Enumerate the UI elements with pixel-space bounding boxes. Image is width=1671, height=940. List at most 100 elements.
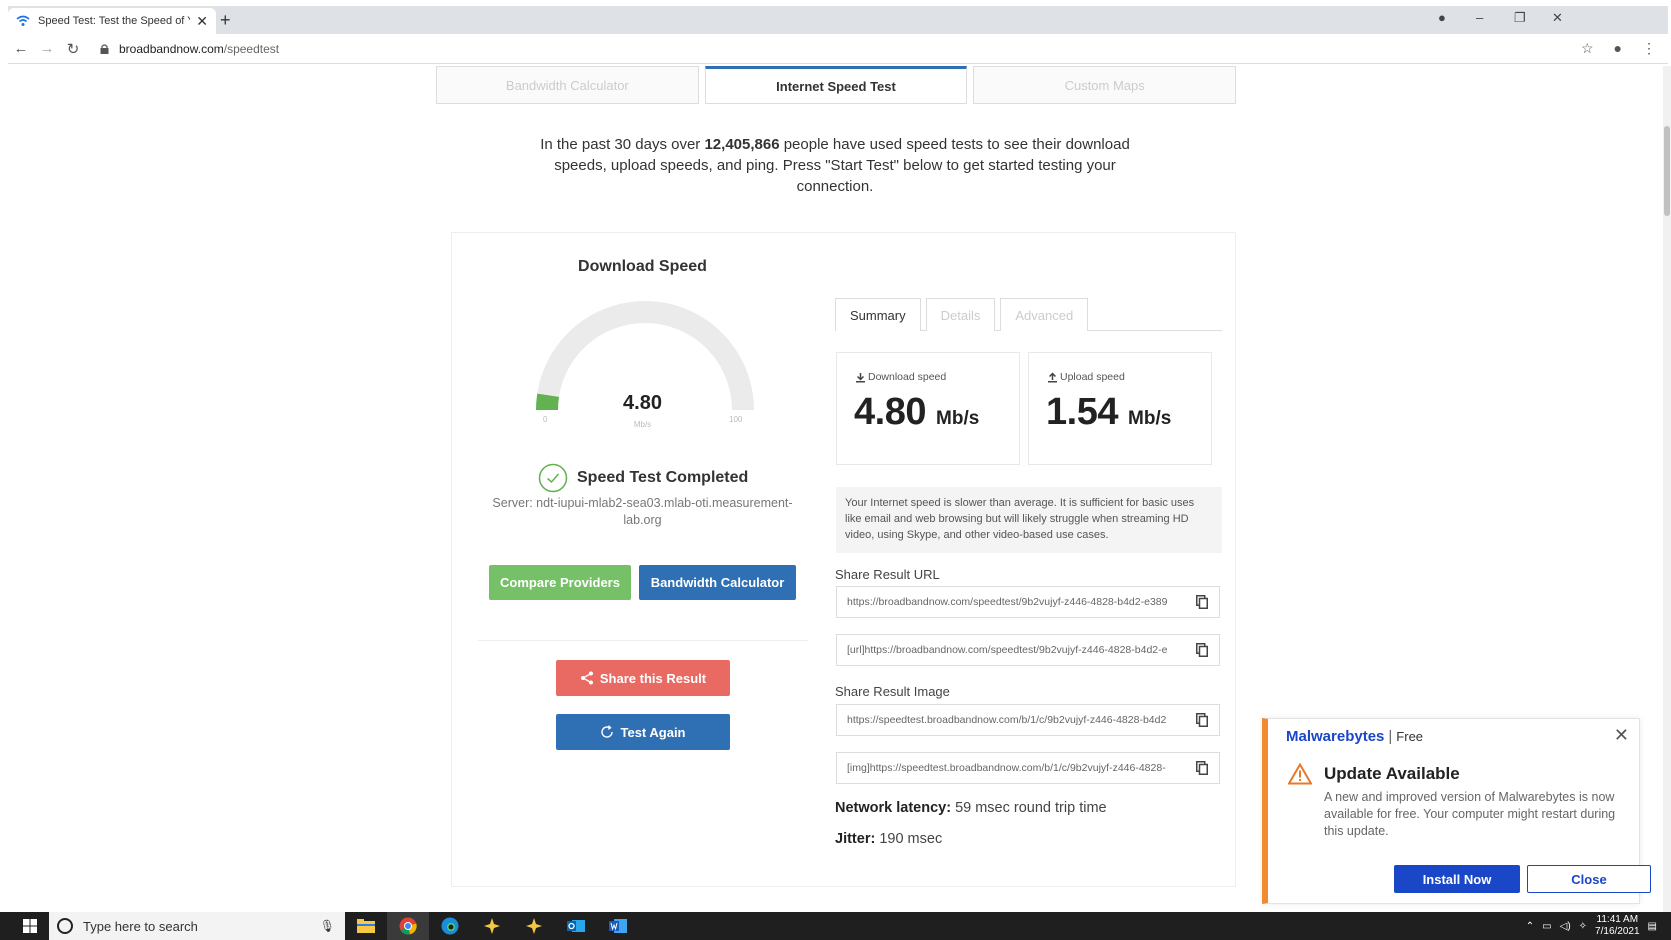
download-speed-label-text: Download speed [868,371,947,383]
share-url-bbcode-input[interactable] [837,635,1185,665]
gauge-title: Download Speed [578,258,707,275]
microphone-icon[interactable]: 🎙 [320,919,335,933]
popup-close-icon[interactable]: ✕ [1614,725,1629,746]
status-completed-label: Speed Test Completed [577,469,749,486]
compare-providers-button[interactable]: Compare Providers [489,565,631,600]
back-icon[interactable]: ← [8,40,34,57]
intro-text: In the past 30 days over 12,405,866 peop… [530,134,1140,197]
upload-speed-value: 1.54 Mb/s [1046,391,1171,434]
window-close-icon[interactable]: ✕ [1552,10,1563,26]
copy-icon[interactable] [1185,705,1219,735]
minimize-icon[interactable]: – [1476,10,1483,25]
share-image-input[interactable] [837,705,1185,735]
server-info: Server: ndt-iupui-mlab2-sea03.mlab-oti.m… [492,496,793,527]
taskbar-search[interactable]: Type here to search 🎙 [49,912,345,940]
check-circle-icon [538,463,568,493]
scrollbar-thumb[interactable] [1664,126,1670,216]
app-icon[interactable] [471,912,513,940]
app-icon[interactable] [513,912,555,940]
restore-icon[interactable]: ❐ [1514,10,1526,26]
reload-icon[interactable]: ↻ [60,40,86,58]
outlook-icon[interactable] [555,912,597,940]
popup-title: Update Available [1324,764,1460,783]
tab-bandwidth-calculator[interactable]: Bandwidth Calculator [436,66,699,104]
share-url-bbcode-field [836,634,1220,666]
new-tab-icon[interactable]: + [220,10,231,31]
gauge-unit: Mb/s [633,420,652,429]
copy-icon[interactable] [1185,635,1219,665]
chrome-icon[interactable] [387,912,429,940]
latency-label: Network latency: [835,800,952,816]
forward-icon[interactable]: → [34,40,60,57]
intro-count: 12,405,866 [704,136,780,153]
tab-custom-maps[interactable]: Custom Maps [973,66,1237,104]
malwarebytes-logo: Malwarebytes [1286,728,1385,745]
test-again-button[interactable]: Test Again [556,714,730,750]
wifi-icon [16,15,30,26]
address-bar[interactable]: broadbandnow.com/speedtest [100,42,279,56]
share-image-label: Share Result Image [835,684,950,699]
upload-speed-card: Upload speed 1.54 Mb/s [1028,352,1212,465]
clock-date: 7/16/2021 [1595,926,1640,937]
share-url-input[interactable] [837,587,1185,617]
bookmark-star-icon[interactable]: ☆ [1581,40,1594,57]
gauge-max: 100 [729,415,743,424]
share-url-field [836,586,1220,618]
windows-start-icon[interactable] [17,912,43,940]
download-speed-unit: Mb/s [936,408,980,429]
popup-close-button[interactable]: Close [1527,865,1651,893]
tab-advanced[interactable]: Advanced [1000,298,1089,331]
clock[interactable]: 11:41 AM 7/16/2021 [1595,914,1640,938]
page-scrollbar[interactable] [1663,66,1671,912]
status-completed: Speed Test Completed [538,463,748,493]
edge-icon[interactable] [429,912,471,940]
system-tray: ⌃ ▭ ◁) ✧ 11:41 AM 7/16/2021 ▤ [1526,912,1657,940]
cortana-icon [57,918,73,934]
word-icon[interactable] [597,912,639,940]
tab-summary[interactable]: Summary [835,298,921,331]
upload-speed-number: 1.54 [1046,391,1118,433]
share-result-label: Share this Result [599,670,707,686]
speed-assessment: Your Internet speed is slower than avera… [836,487,1222,553]
divider [478,640,808,641]
notifications-icon[interactable]: ▤ [1648,921,1657,932]
upload-speed-label: Upload speed [1047,371,1125,383]
install-now-button[interactable]: Install Now [1394,865,1520,893]
clock-time: 11:41 AM [1596,914,1639,925]
malwarebytes-edition: Free [1396,729,1424,744]
jitter-value: 190 msec [875,831,943,847]
volume-icon[interactable]: ◁) [1560,921,1571,932]
bandwidth-calculator-button[interactable]: Bandwidth Calculator [639,565,796,600]
close-tab-icon[interactable]: ✕ [196,13,208,30]
show-hidden-icons-icon[interactable]: ⌃ [1526,921,1534,932]
latency-value: 59 msec round trip time [951,800,1107,816]
tab-internet-speed-test[interactable]: Internet Speed Test [704,66,968,104]
share-url-label: Share Result URL [835,567,940,582]
copy-icon[interactable] [1185,753,1219,783]
download-speed-number: 4.80 [854,391,926,433]
dropbox-icon[interactable]: ✧ [1579,921,1587,932]
download-speed-value: 4.80 Mb/s [854,391,979,434]
network-icon[interactable]: ▭ [1542,921,1551,932]
lock-icon [100,43,109,54]
browser-tab[interactable]: Speed Test: Test the Speed of You ✕ [8,8,216,34]
network-latency: Network latency: 59 msec round trip time [835,800,1107,816]
share-image-bbcode-field [836,752,1220,784]
account-icon[interactable]: ● [1614,40,1622,57]
file-explorer-icon[interactable] [345,912,387,940]
share-icon [580,671,593,685]
malwarebytes-popup: Malwarebytes | Free ✕ Update Available A n… [1262,718,1651,904]
url-path: /speedtest [223,41,280,56]
copy-icon[interactable] [1185,587,1219,617]
menu-icon[interactable]: ⋮ [1642,40,1656,57]
browser-tab-title: Speed Test: Test the Speed of You [38,15,191,27]
share-image-bbcode-input[interactable] [837,753,1185,783]
profile-icon[interactable]: ● [1438,10,1446,25]
test-again-label: Test Again [620,724,686,740]
warning-icon [1288,763,1312,785]
malwarebytes-brand: Malwarebytes | Free [1286,728,1424,745]
browser-toolbar: ← → ↻ broadbandnow.com/speedtest ☆ ● ⋮ [8,34,1668,64]
share-result-button[interactable]: Share this Result [556,660,730,696]
tab-details[interactable]: Details [925,298,996,331]
download-icon [856,372,865,382]
